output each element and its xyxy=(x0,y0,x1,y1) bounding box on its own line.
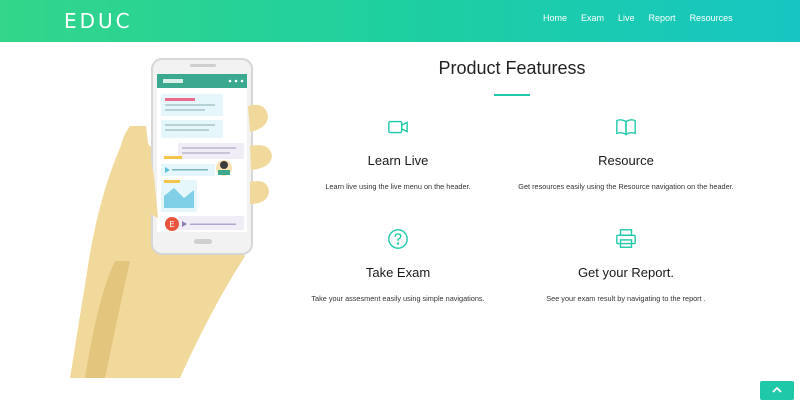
chat-bubble-3 xyxy=(178,143,244,159)
video-camera-icon xyxy=(388,120,408,134)
feature-take-exam: Take Exam Take your assesment easily usi… xyxy=(278,228,518,305)
chat-user-avatar-body xyxy=(218,170,230,175)
feature-title: Take Exam xyxy=(365,265,431,280)
nav-report-link[interactable]: Report xyxy=(649,13,676,23)
chat-bubble-2-line-2 xyxy=(165,129,209,131)
chat-voice-bubble-2 xyxy=(178,216,244,230)
chat-app-bar-dot-2 xyxy=(234,79,238,83)
chat-bubble-3-line-1 xyxy=(182,147,236,149)
nav-home-link[interactable]: Home xyxy=(543,13,567,23)
voice-waveform-2 xyxy=(190,223,236,225)
feature-learn-live: Learn Live Learn live using the live men… xyxy=(278,116,518,193)
feature-description: See your exam result by navigating to th… xyxy=(546,294,706,303)
chat-app-bar-title xyxy=(163,79,183,83)
chat-bubble-1-accent xyxy=(165,98,195,101)
chat-image-accent xyxy=(164,180,180,183)
chat-voice-accent xyxy=(164,156,182,159)
nav-menu: Home Exam Live Report Resources xyxy=(543,13,747,23)
chat-bubble-2-line-1 xyxy=(165,124,215,126)
phone-home-button xyxy=(194,239,212,244)
feature-title: Get your Report. xyxy=(577,265,675,280)
hand-finger-1 xyxy=(248,104,268,132)
chat-bubble-3-line-2 xyxy=(182,152,230,154)
back-to-top-button[interactable] xyxy=(760,381,794,400)
feature-title: Resource xyxy=(598,153,654,168)
question-circle-icon xyxy=(388,229,408,249)
feature-title: Learn Live xyxy=(367,153,429,168)
chat-app-bar-dot-1 xyxy=(228,79,232,83)
hand-finger-2 xyxy=(250,145,272,170)
section-title: Product Featuress xyxy=(438,58,586,78)
nav-resources-link[interactable]: Resources xyxy=(690,13,733,23)
feature-get-report: Get your Report. See your exam result by… xyxy=(506,228,746,305)
chat-app-bar-dot-3 xyxy=(240,79,244,83)
book-icon xyxy=(616,119,636,136)
hand-finger-3 xyxy=(250,181,269,204)
nav-live-link[interactable]: Live xyxy=(618,13,635,23)
chat-user-avatar-head xyxy=(220,161,228,169)
hand-phone-illustration: E xyxy=(70,58,272,378)
feature-description: Learn live using the live menu on the he… xyxy=(325,182,471,191)
feature-description: Take your assesment easily using simple … xyxy=(311,294,485,303)
feature-resource: Resource Get resources easily using the … xyxy=(506,116,746,193)
chevron-up-icon xyxy=(772,386,782,393)
phone-camera xyxy=(190,64,216,67)
brand-logo[interactable]: EDUC xyxy=(64,9,133,33)
title-underline-divider xyxy=(494,94,530,96)
nav-exam-link[interactable]: Exam xyxy=(581,13,604,23)
top-navbar: EDUC Home Exam Live Report Resources xyxy=(0,0,800,42)
chat-bubble-1-line-2 xyxy=(165,109,205,111)
chat-avatar-letter: E xyxy=(169,220,174,229)
voice-waveform xyxy=(172,169,208,171)
printer-icon xyxy=(616,229,636,248)
chat-bubble-1-line-1 xyxy=(165,104,215,106)
feature-description: Get resources easily using the Resource … xyxy=(518,182,734,191)
